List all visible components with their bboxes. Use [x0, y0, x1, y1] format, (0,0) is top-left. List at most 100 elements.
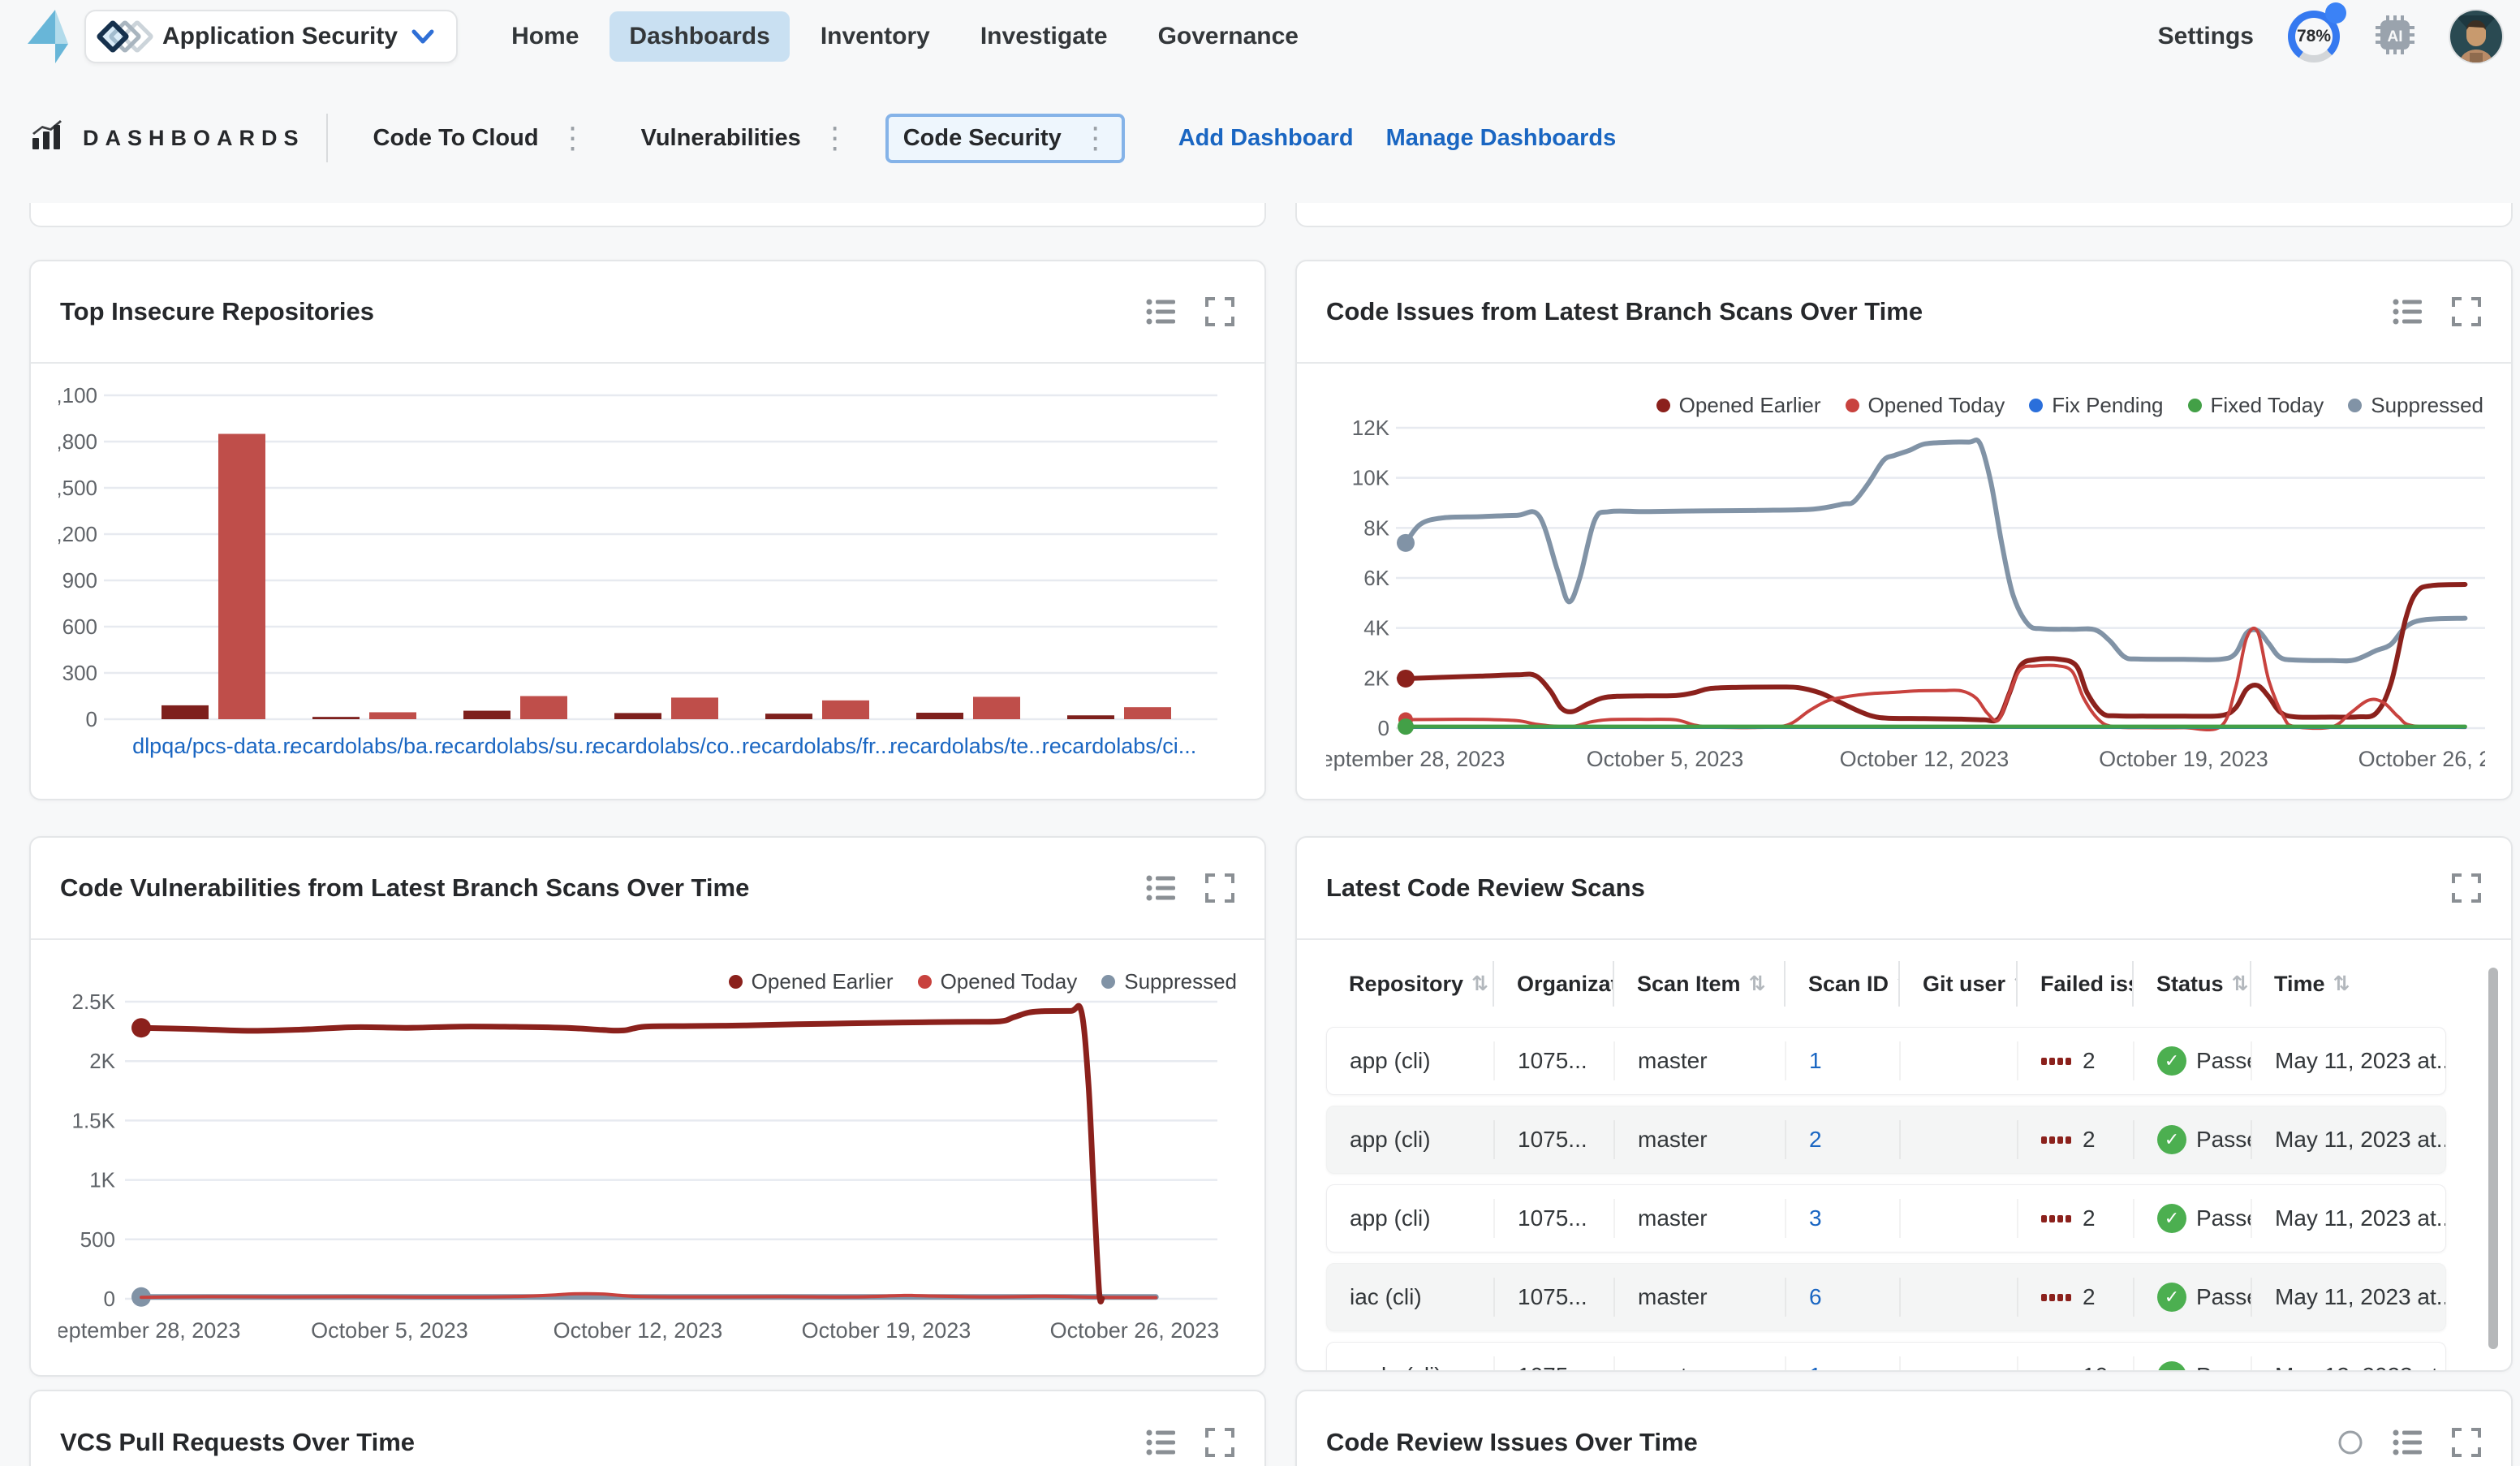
svg-text:1.5K: 1.5K [72, 1108, 116, 1132]
cell-status: ✓Passed [2134, 1278, 2252, 1317]
card-code-vulnerabilities-over-time: Code Vulnerabilities from Latest Branch … [29, 836, 1266, 1377]
column-header-time[interactable]: Time⇅ [2251, 961, 2446, 1007]
nav-item-governance[interactable]: Governance [1139, 11, 1318, 62]
legend-item[interactable]: Fixed Today [2188, 393, 2324, 418]
svg-text:2.5K: 2.5K [72, 990, 116, 1014]
dashboards-section-label: DASHBOARDS [83, 126, 305, 151]
legend-item[interactable]: Suppressed [2348, 393, 2483, 418]
prisma-cloud-logo-icon[interactable] [21, 6, 73, 67]
view-as-list-icon[interactable] [1146, 873, 1177, 903]
app-switcher-dropdown[interactable]: Application Security [84, 10, 458, 63]
svg-text:1K: 1K [89, 1168, 115, 1192]
bar-category-link[interactable]: recardolabs/co... [585, 734, 747, 758]
table-row[interactable]: app (cli)1075...master32✓PassedMay 11, 2… [1326, 1184, 2446, 1253]
loading-spinner-icon [2336, 1428, 2365, 1457]
table-body: app (cli)1075...master12✓PassedMay 11, 2… [1326, 1027, 2446, 1372]
svg-text:500: 500 [80, 1227, 115, 1252]
scan-id-link[interactable]: 6 [1809, 1284, 1822, 1310]
svg-text:October 5, 2023: October 5, 2023 [311, 1318, 468, 1343]
expand-fullscreen-icon[interactable] [1204, 1427, 1235, 1458]
bar-category-link[interactable]: recardolabs/te... [890, 734, 1047, 758]
svg-text:September 28, 2023: September 28, 2023 [58, 1318, 240, 1343]
legend-item[interactable]: Opened Today [918, 969, 1078, 994]
expand-fullscreen-icon[interactable] [1204, 296, 1235, 327]
column-header-organization[interactable]: Organizat⇅ [1494, 961, 1614, 1007]
column-header-status[interactable]: Status⇅ [2134, 961, 2251, 1007]
scan-id-link[interactable]: 1 [1809, 1048, 1822, 1074]
user-avatar[interactable] [2450, 11, 2502, 63]
sort-icon[interactable]: ⇅ [2232, 972, 2249, 996]
column-header-scan-id[interactable]: Scan ID⇅ [1786, 961, 1900, 1007]
bar-category-link[interactable]: recardolabs/ba... [282, 734, 446, 758]
manage-dashboards-link[interactable]: Manage Dashboards [1386, 125, 1617, 152]
legend-item[interactable]: Opened Earlier [1656, 393, 1821, 418]
view-as-list-icon[interactable] [1146, 1428, 1177, 1457]
bar-category-link[interactable]: recardolabs/ci... [1042, 734, 1197, 758]
legend-item[interactable]: Suppressed [1101, 969, 1237, 994]
kebab-menu-icon[interactable]: ⋮ [1075, 130, 1117, 146]
legend-dot-icon [1846, 399, 1859, 412]
table-row[interactable]: app (cli)1075...master12✓PassedMay 11, 2… [1326, 1027, 2446, 1095]
column-header-scan-item[interactable]: Scan Item⇅ [1614, 961, 1786, 1007]
bar-category-link[interactable]: dlpqa/pcs-data... [132, 734, 295, 758]
kebab-menu-icon[interactable]: ⋮ [814, 130, 856, 146]
table-row[interactable]: app (cli)1075...master22✓PassedMay 11, 2… [1326, 1106, 2446, 1174]
view-as-list-icon[interactable] [2393, 297, 2423, 326]
card-title: Code Review Issues Over Time [1326, 1428, 1698, 1457]
dashboard-tab-code-security[interactable]: Code Security ⋮ [885, 114, 1125, 163]
view-as-list-icon[interactable] [2393, 1428, 2423, 1457]
scan-id-link[interactable]: 1 [1809, 1363, 1822, 1372]
cell-git-user [1901, 1356, 2018, 1372]
expand-fullscreen-icon[interactable] [1204, 873, 1235, 903]
cell-failed-issues: 2 [2018, 1120, 2134, 1159]
scan-id-link[interactable]: 3 [1809, 1205, 1822, 1231]
add-dashboard-link[interactable]: Add Dashboard [1178, 125, 1354, 152]
table-row[interactable]: iac (cli)1075...master62✓PassedMay 11, 2… [1326, 1263, 2446, 1331]
severity-dots-icon [2041, 1136, 2071, 1144]
dashboard-tab-code-to-cloud[interactable]: Code To Cloud ⋮ [355, 114, 602, 163]
card-top-insecure-repositories: Top Insecure Repositories 0300600900,200… [29, 260, 1266, 800]
nav-item-home[interactable]: Home [492, 11, 598, 62]
cell-status: ✓Passed [2134, 1041, 2252, 1080]
passed-check-icon: ✓ [2157, 1361, 2186, 1372]
legend-item[interactable]: Fix Pending [2029, 393, 2163, 418]
expand-fullscreen-icon[interactable] [2451, 296, 2482, 327]
svg-text:600: 600 [62, 614, 97, 639]
card-title: Top Insecure Repositories [60, 297, 374, 326]
column-header-failed-issues[interactable]: Failed issu⇅ [2018, 961, 2134, 1007]
bar-category-link[interactable]: recardolabs/su... [434, 734, 597, 758]
progress-percent: 78% [2297, 27, 2331, 46]
line-chart-code-issues: 02K4K6K8K10K12KSeptember 28, 2023October… [1326, 364, 2485, 800]
kebab-menu-icon[interactable]: ⋮ [552, 130, 594, 146]
dashboard-tab-vulnerabilities[interactable]: Vulnerabilities ⋮ [623, 114, 864, 163]
bar-category-link[interactable]: recardolabs/fr... [742, 734, 893, 758]
scan-id-link[interactable]: 2 [1809, 1127, 1822, 1153]
nav-item-dashboards[interactable]: Dashboards [610, 11, 789, 62]
sort-icon[interactable]: ⇅ [1749, 972, 1766, 996]
svg-text:October 12, 2023: October 12, 2023 [554, 1318, 723, 1343]
nav-item-investigate[interactable]: Investigate [961, 11, 1127, 62]
column-header-repository[interactable]: Repository⇅ [1326, 961, 1494, 1007]
top-nav-bar: Application Security Home Dashboards Inv… [0, 0, 2520, 73]
table-row[interactable]: code (cli)1075...master110✓PassedMay 12,… [1326, 1342, 2446, 1372]
cell-git-user [1901, 1278, 2018, 1317]
card-code-issues-over-time: Code Issues from Latest Branch Scans Ove… [1295, 260, 2513, 800]
table-scrollbar[interactable] [2488, 968, 2498, 1349]
dashboards-bar: DASHBOARDS Code To Cloud ⋮ Vulnerabiliti… [0, 73, 2520, 203]
sort-icon[interactable]: ⇅ [1471, 972, 1488, 996]
legend-dot-icon [2348, 399, 2362, 412]
sort-icon[interactable]: ⇅ [2333, 972, 2350, 996]
view-as-list-icon[interactable] [1146, 297, 1177, 326]
svg-text:October 5, 2023: October 5, 2023 [1587, 747, 1744, 771]
legend-item[interactable]: Opened Today [1846, 393, 2005, 418]
expand-fullscreen-icon[interactable] [2451, 873, 2482, 903]
expand-fullscreen-icon[interactable] [2451, 1427, 2482, 1458]
settings-link[interactable]: Settings [2158, 23, 2254, 50]
svg-text:October 26, 2023: October 26, 2023 [2358, 747, 2485, 771]
legend-item[interactable]: Opened Earlier [729, 969, 894, 994]
column-header-git-user[interactable]: Git user⇅ [1900, 961, 2018, 1007]
cell-time: May 12, 2023 at... [2252, 1356, 2445, 1372]
credits-progress-ring[interactable]: 78% [2288, 11, 2340, 63]
ai-assistant-icon[interactable]: AI [2374, 14, 2416, 60]
nav-item-inventory[interactable]: Inventory [801, 11, 950, 62]
